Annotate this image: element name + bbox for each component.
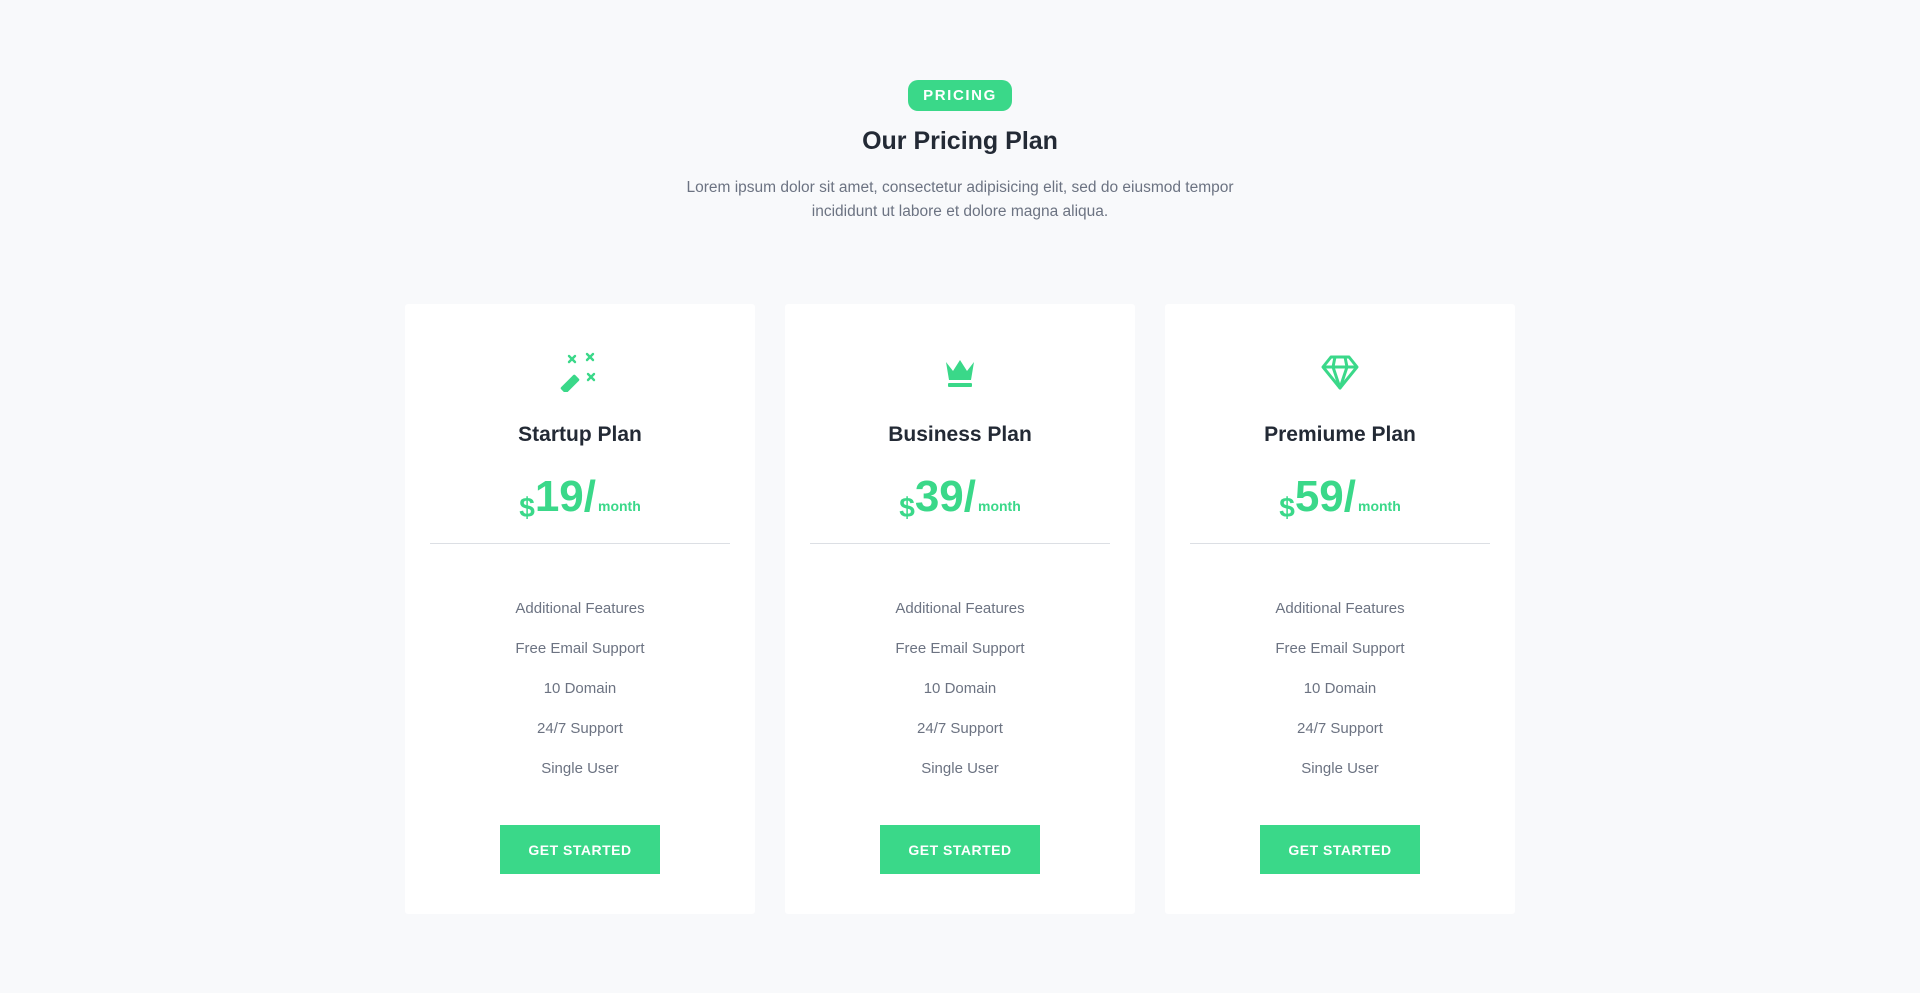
get-started-button[interactable]: GET STARTED	[1260, 825, 1420, 874]
crown-icon	[940, 352, 980, 392]
price-currency: $	[519, 492, 535, 523]
plan-name: Business Plan	[888, 423, 1032, 446]
section-title: Our Pricing Plan	[862, 127, 1058, 155]
price-currency: $	[899, 492, 915, 523]
magic-wand-icon	[560, 352, 600, 392]
pricing-card-startup: Startup Plan $ 19 / month Additional Fea…	[405, 304, 755, 914]
plan-price: $ 59 / month	[1165, 472, 1515, 523]
feature-item: 10 Domain	[923, 680, 997, 697]
feature-item: 10 Domain	[1303, 680, 1377, 697]
plan-name: Premiume Plan	[1264, 423, 1416, 446]
feature-item: Additional Features	[515, 600, 645, 617]
section-badge: PRICING	[908, 80, 1012, 111]
price-period: month	[978, 498, 1021, 514]
divider	[810, 543, 1110, 544]
feature-item: Free Email Support	[895, 640, 1025, 657]
divider	[430, 543, 730, 544]
price-currency: $	[1279, 492, 1295, 523]
price-amount: 59	[1294, 472, 1344, 521]
feature-item: 10 Domain	[543, 680, 617, 697]
price-amount: 39	[914, 472, 964, 521]
price-amount: 19	[534, 472, 584, 521]
feature-item: 24/7 Support	[1297, 720, 1383, 737]
divider	[1190, 543, 1490, 544]
feature-list: Additional Features Free Email Support 1…	[1165, 594, 1515, 794]
feature-list: Additional Features Free Email Support 1…	[785, 594, 1135, 794]
price-slash: /	[583, 472, 596, 521]
pricing-card-premium: Premiume Plan $ 59 / month Additional Fe…	[1165, 304, 1515, 914]
feature-item: Free Email Support	[515, 640, 645, 657]
section-description: Lorem ipsum dolor sit amet, consectetur …	[686, 179, 1234, 220]
feature-item: Single User	[1301, 760, 1379, 777]
price-period: month	[598, 498, 641, 514]
feature-item: Single User	[921, 760, 999, 777]
feature-list: Additional Features Free Email Support 1…	[405, 594, 755, 794]
get-started-button[interactable]: GET STARTED	[500, 825, 660, 874]
feature-item: Single User	[541, 760, 619, 777]
feature-item: Additional Features	[895, 600, 1025, 617]
price-period: month	[1358, 498, 1401, 514]
feature-item: 24/7 Support	[917, 720, 1003, 737]
plan-price: $ 39 / month	[785, 472, 1135, 523]
feature-item: Free Email Support	[1275, 640, 1405, 657]
plan-name: Startup Plan	[518, 423, 642, 446]
diamond-icon	[1320, 352, 1360, 392]
price-slash: /	[1343, 472, 1356, 521]
price-slash: /	[963, 472, 976, 521]
get-started-button[interactable]: GET STARTED	[880, 825, 1040, 874]
feature-item: Additional Features	[1275, 600, 1405, 617]
plan-price: $ 19 / month	[405, 472, 755, 523]
feature-item: 24/7 Support	[537, 720, 623, 737]
pricing-card-business: Business Plan $ 39 / month Additional Fe…	[785, 304, 1135, 914]
